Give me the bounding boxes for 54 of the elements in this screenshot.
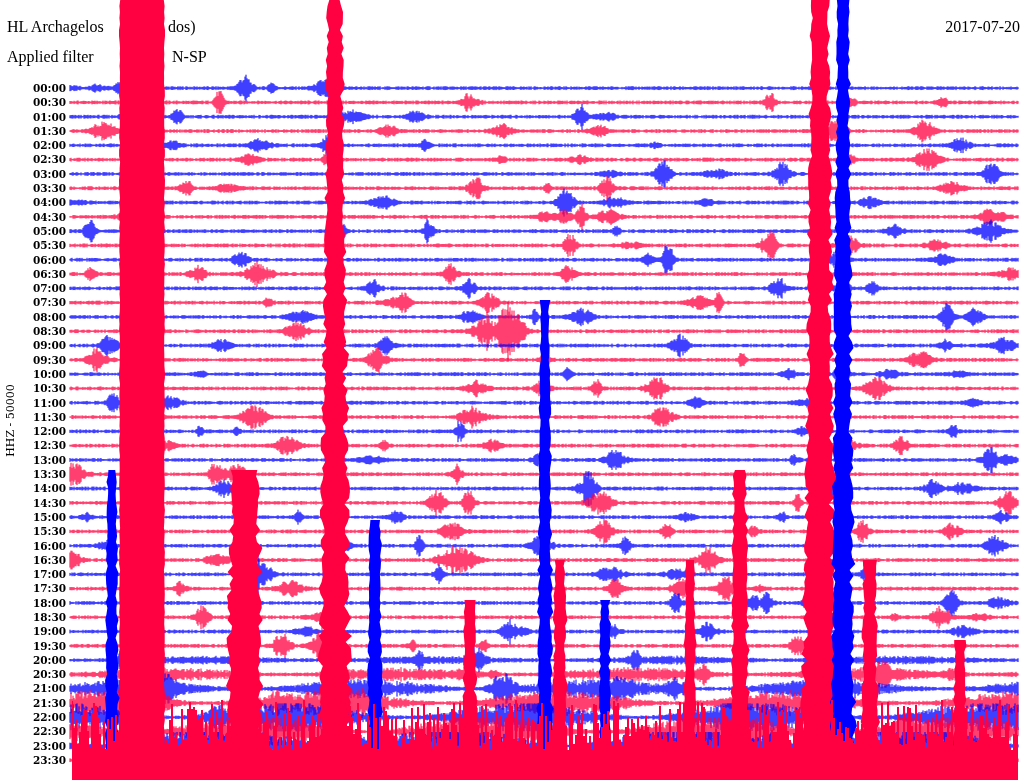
time-label: 12:00 xyxy=(31,424,66,439)
time-label: 08:30 xyxy=(31,324,66,339)
time-label: 11:00 xyxy=(31,395,66,410)
time-label: 03:00 xyxy=(31,166,66,182)
time-label: 08:00 xyxy=(31,309,66,325)
time-label: 04:00 xyxy=(31,195,66,210)
time-label: 01:30 xyxy=(31,123,66,139)
time-label: 23:00 xyxy=(31,738,66,753)
time-label: 23:30 xyxy=(31,752,66,768)
time-label: 07:30 xyxy=(31,295,66,310)
filter-name: N-SP xyxy=(172,48,207,66)
time-label: 17:00 xyxy=(31,567,66,582)
time-label: 20:30 xyxy=(31,667,66,682)
time-label: 05:00 xyxy=(31,223,66,239)
time-label: 10:00 xyxy=(31,366,66,382)
station-title: dos) xyxy=(168,18,196,36)
time-label: 07:00 xyxy=(31,281,66,296)
time-label: 00:00 xyxy=(31,81,66,96)
station-title: HL Archagelos xyxy=(7,18,105,36)
time-label: 00:30 xyxy=(31,95,66,110)
time-label: 12:30 xyxy=(31,438,66,453)
time-label: 13:30 xyxy=(31,467,66,482)
time-label: 16:30 xyxy=(31,552,66,568)
channel-scale-label: HHZ - 50000 xyxy=(3,383,17,459)
time-label: 19:30 xyxy=(31,638,66,653)
time-label: 22:30 xyxy=(31,724,66,739)
time-label: 16:00 xyxy=(31,538,66,553)
time-label: 21:00 xyxy=(31,681,66,696)
time-label: 18:30 xyxy=(31,610,66,625)
time-label: 02:00 xyxy=(31,138,66,153)
time-label: 22:00 xyxy=(31,710,66,725)
time-label: 21:30 xyxy=(31,695,66,711)
time-label: 19:00 xyxy=(31,624,66,639)
time-label: 18:00 xyxy=(31,595,66,610)
time-label: 02:30 xyxy=(31,152,66,167)
time-label: 06:30 xyxy=(31,266,66,282)
time-label: 10:30 xyxy=(31,381,66,396)
time-label: 15:30 xyxy=(31,524,66,539)
date-label: 2017-07-20 xyxy=(945,18,1020,36)
time-label: 14:30 xyxy=(31,495,66,510)
time-label: 14:00 xyxy=(31,481,66,496)
time-label: 11:30 xyxy=(31,409,66,425)
time-label: 17:30 xyxy=(31,581,66,596)
time-label: 13:00 xyxy=(31,452,66,467)
time-label: 20:00 xyxy=(31,652,66,668)
time-label: 04:30 xyxy=(31,209,66,224)
time-label: 01:00 xyxy=(31,109,66,124)
time-label: 09:00 xyxy=(31,338,66,353)
time-label: 05:30 xyxy=(31,238,66,253)
filter-label: Applied filter xyxy=(7,48,95,66)
time-label: 03:30 xyxy=(31,181,66,196)
time-label: 09:30 xyxy=(31,352,66,367)
time-label: 15:00 xyxy=(31,509,66,525)
time-label: 06:00 xyxy=(31,252,66,267)
